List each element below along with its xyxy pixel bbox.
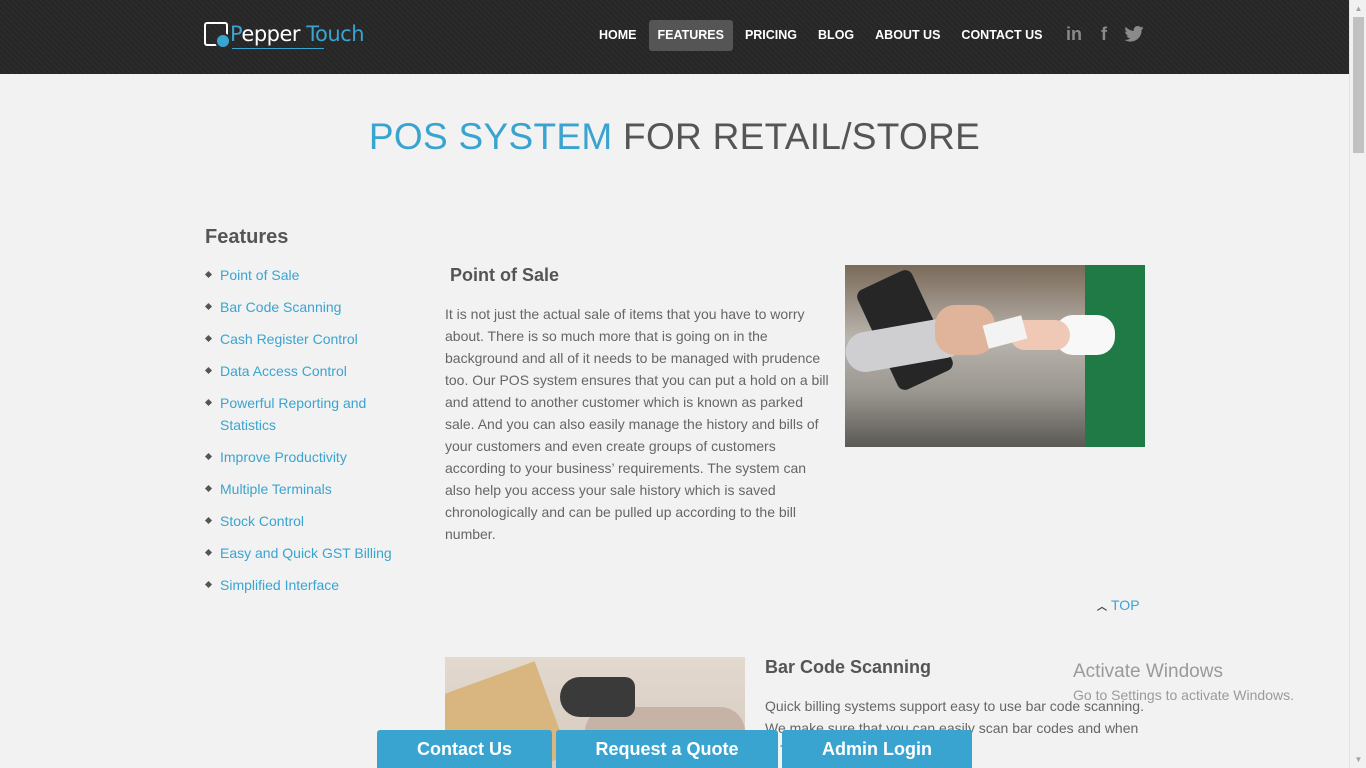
sidebar-item-multiple-terminals[interactable]: Multiple Terminals (205, 478, 405, 500)
page-scrollbar[interactable]: ▲ ▼ (1349, 0, 1366, 768)
sidebar-item-simplified-interface[interactable]: Simplified Interface (205, 574, 405, 596)
social-links: in f (1064, 24, 1144, 44)
sidebar-item-improve-productivity[interactable]: Improve Productivity (205, 446, 405, 468)
logo-text-epper: epper (241, 22, 301, 46)
logo-text-p: P (230, 22, 242, 46)
section-text-point-of-sale: It is not just the actual sale of items … (445, 306, 829, 542)
page-title-rest: FOR RETAIL/STORE (612, 116, 981, 157)
main-nav: HOME FEATURES PRICING BLOG ABOUT US CONT… (590, 20, 1054, 51)
sidebar-item-bar-code-scanning[interactable]: Bar Code Scanning (205, 296, 405, 318)
chevron-up-icon: ︿ (1097, 601, 1107, 613)
top-navigation-bar: Pepper Touch HOME FEATURES PRICING BLOG … (0, 0, 1349, 74)
photo-scanner (560, 677, 635, 717)
facebook-icon[interactable]: f (1094, 24, 1114, 44)
page-title: POS SYSTEM FOR RETAIL/STORE (0, 116, 1349, 158)
linkedin-icon[interactable]: in (1064, 24, 1084, 44)
logo[interactable]: Pepper Touch (204, 19, 365, 49)
scroll-down-arrow-icon[interactable]: ▼ (1350, 751, 1366, 768)
nav-about-us[interactable]: ABOUT US (866, 20, 949, 51)
nav-pricing[interactable]: PRICING (736, 20, 806, 51)
sidebar-item-cash-register-control[interactable]: Cash Register Control (205, 328, 405, 350)
logo-text-touch: Touch (306, 22, 365, 46)
nav-features[interactable]: FEATURES (648, 20, 733, 51)
scroll-thumb[interactable] (1353, 17, 1364, 153)
sidebar-item-gst-billing[interactable]: Easy and Quick GST Billing (205, 542, 405, 564)
nav-home[interactable]: HOME (590, 20, 646, 51)
scroll-up-arrow-icon[interactable]: ▲ (1350, 0, 1366, 17)
request-quote-button[interactable]: Request a Quote (556, 730, 778, 768)
features-list: Point of Sale Bar Code Scanning Cash Reg… (205, 264, 405, 596)
admin-login-button[interactable]: Admin Login (782, 730, 972, 768)
back-to-top-link[interactable]: ︿ TOP (1097, 597, 1140, 613)
twitter-bird-icon (1124, 26, 1144, 42)
logo-underline (232, 48, 325, 49)
contact-us-button[interactable]: Contact Us (377, 730, 552, 768)
page-title-highlight: POS SYSTEM (368, 116, 613, 157)
sidebar-item-point-of-sale[interactable]: Point of Sale (205, 264, 405, 286)
logo-text: Pepper Touch (230, 22, 365, 46)
logo-mark-icon (204, 22, 231, 49)
activate-windows-watermark: Activate Windows Go to Settings to activ… (1073, 661, 1294, 706)
section-title-point-of-sale: Point of Sale (450, 265, 560, 285)
twitter-icon[interactable] (1124, 24, 1144, 44)
watermark-line1: Activate Windows (1073, 661, 1223, 682)
watermark-line2: Go to Settings to activate Windows. (1073, 687, 1294, 703)
nav-blog[interactable]: BLOG (809, 20, 863, 51)
sidebar-item-data-access-control[interactable]: Data Access Control (205, 360, 405, 382)
photo-apron (1085, 265, 1145, 447)
back-to-top-label: TOP (1111, 597, 1140, 613)
section-title-bar-code-scanning: Bar Code Scanning (765, 657, 932, 677)
sidebar-heading: Features (205, 226, 289, 248)
nav-contact-us[interactable]: CONTACT US (952, 20, 1051, 51)
floating-cta-bar: Contact Us Request a Quote Admin Login (377, 730, 972, 768)
sidebar-item-reporting-statistics[interactable]: Powerful Reporting and Statistics (205, 392, 405, 436)
sidebar-item-stock-control[interactable]: Stock Control (205, 510, 405, 532)
point-of-sale-photo (845, 265, 1145, 447)
features-sidebar: Features Point of Sale Bar Code Scanning… (205, 226, 405, 606)
